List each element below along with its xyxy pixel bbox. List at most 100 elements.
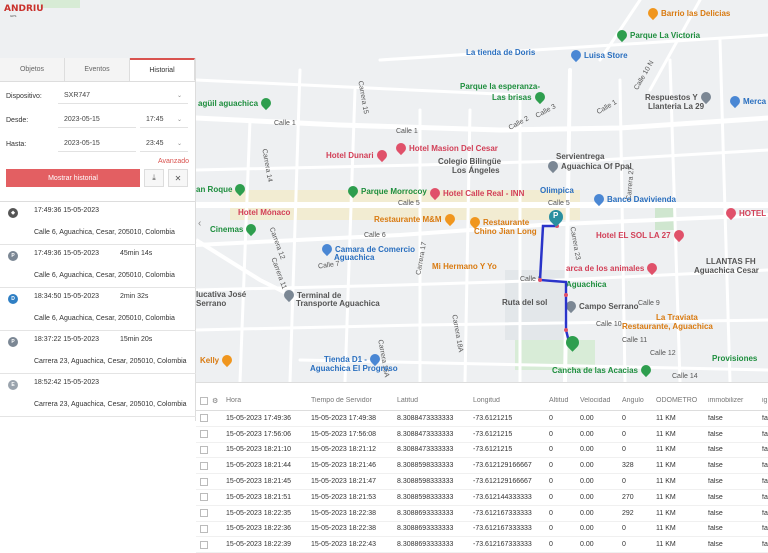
advanced-link[interactable]: Avanzado bbox=[0, 156, 195, 168]
table-row[interactable]: 15-05-2023 18:21:10 15-05-2023 18:21:12 8.… bbox=[196, 443, 768, 459]
table-cell: 11 KM bbox=[656, 509, 676, 517]
col-latitud[interactable]: Latitud bbox=[397, 397, 473, 404]
table-cell: 15-05-2023 18:21:12 bbox=[311, 446, 376, 454]
to-date-field[interactable]: 2023-05-15 bbox=[58, 136, 136, 152]
settings-icon[interactable]: ⚙ bbox=[212, 397, 226, 405]
table-cell: false bbox=[708, 430, 723, 438]
col-immobilizer[interactable]: immobilizer bbox=[708, 397, 762, 404]
history-item[interactable]: P 18:37:22 15-05-2023 15min 20s Carrera … bbox=[0, 331, 196, 374]
tab-eventos[interactable]: Eventos bbox=[65, 58, 130, 81]
table-cell: 15-05-2023 18:21:44 bbox=[226, 462, 291, 470]
table-cell: -73.6121215 bbox=[473, 414, 513, 422]
table-cell: 11 KM bbox=[656, 525, 676, 533]
col-ig[interactable]: ig bbox=[762, 397, 768, 404]
table-body: 15-05-2023 17:49:36 15-05-2023 17:49:38 8.… bbox=[196, 411, 768, 553]
table-cell: 0 bbox=[622, 446, 626, 454]
col-odometro[interactable]: ODOMETRO bbox=[656, 397, 708, 404]
table-cell: 8.3088693333333 bbox=[397, 541, 454, 549]
table-cell: 0 bbox=[549, 462, 553, 470]
table-cell: 11 KM bbox=[656, 478, 676, 486]
table-cell: 8.3088598333333 bbox=[397, 478, 454, 486]
table-cell: 0.00 bbox=[580, 478, 594, 486]
table-cell: -73.612129166667 bbox=[473, 462, 532, 470]
from-date-field[interactable]: 2023-05-15 bbox=[58, 112, 136, 128]
row-checkbox[interactable] bbox=[200, 414, 208, 423]
table-cell: 11 KM bbox=[656, 541, 676, 549]
table-cell: fal bbox=[762, 478, 768, 486]
row-checkbox[interactable] bbox=[200, 461, 208, 470]
from-time-value: 17:45 bbox=[146, 116, 164, 123]
panel-tabs: Objetos Eventos Historial bbox=[0, 58, 195, 82]
col-tiempo-servidor[interactable]: Tiempo de Servidor bbox=[311, 397, 397, 404]
table-cell: 8.3088598333333 bbox=[397, 493, 454, 501]
table-cell: 15-05-2023 18:22:43 bbox=[311, 541, 376, 549]
history-item[interactable]: P 17:49:36 15-05-2023 45min 14s Calle 6,… bbox=[0, 245, 196, 288]
row-checkbox[interactable] bbox=[200, 430, 208, 439]
table-row[interactable]: 15-05-2023 18:21:51 15-05-2023 18:21:53 8.… bbox=[196, 490, 768, 506]
col-longitud[interactable]: Longitud bbox=[473, 397, 549, 404]
parking-icon: P bbox=[8, 251, 18, 261]
table-cell: -73.612144333333 bbox=[473, 493, 532, 501]
table-cell: 15-05-2023 17:49:38 bbox=[311, 414, 376, 422]
history-address: Carrera 23, Aguachica, Cesar, 205010, Co… bbox=[34, 401, 187, 408]
table-cell: fal bbox=[762, 462, 768, 470]
close-icon: ✕ bbox=[174, 173, 182, 183]
table-cell: false bbox=[708, 525, 723, 533]
select-all-checkbox[interactable] bbox=[200, 396, 208, 405]
tab-objetos[interactable]: Objetos bbox=[0, 58, 65, 81]
history-item[interactable]: D 18:34:50 15-05-2023 2min 32s Calle 6, … bbox=[0, 288, 196, 331]
export-button[interactable]: ⤓ bbox=[144, 169, 164, 187]
table-cell: 8.3088473333333 bbox=[397, 430, 454, 438]
to-time-select[interactable]: 23:45 ⌄ bbox=[140, 136, 188, 152]
device-value: SXR747 bbox=[64, 92, 91, 99]
table-cell: 0.00 bbox=[580, 414, 594, 422]
table-cell: -73.612167333333 bbox=[473, 525, 532, 533]
table-cell: 15-05-2023 18:21:51 bbox=[226, 493, 291, 501]
from-time-select[interactable]: 17:45 ⌄ bbox=[140, 112, 188, 128]
table-cell: 0 bbox=[549, 446, 553, 454]
table-cell: fal bbox=[762, 430, 768, 438]
to-row: Hasta: 2023-05-15 23:45 ⌄ bbox=[0, 132, 195, 156]
table-cell: 0.00 bbox=[580, 446, 594, 454]
history-time: 18:52:42 15-05-2023 bbox=[34, 379, 99, 386]
history-item[interactable]: ◆ 17:49:36 15-05-2023 Calle 6, Aguachica… bbox=[0, 202, 196, 245]
col-hora[interactable]: Hora bbox=[226, 397, 311, 404]
table-row[interactable]: 15-05-2023 18:22:36 15-05-2023 18:22:38 8.… bbox=[196, 522, 768, 538]
history-duration: 15min 20s bbox=[120, 336, 153, 343]
row-checkbox[interactable] bbox=[200, 493, 208, 502]
table-cell: 0 bbox=[549, 478, 553, 486]
table-cell: 15-05-2023 18:21:46 bbox=[311, 462, 376, 470]
tab-historial[interactable]: Historial bbox=[130, 58, 195, 81]
table-row[interactable]: 15-05-2023 18:21:45 15-05-2023 18:21:47 8.… bbox=[196, 474, 768, 490]
table-cell: 15-05-2023 18:22:38 bbox=[311, 509, 376, 517]
table-cell: false bbox=[708, 541, 723, 549]
table-row[interactable]: 15-05-2023 18:21:44 15-05-2023 18:21:46 8.… bbox=[196, 458, 768, 475]
device-select[interactable]: SXR747 ⌄ bbox=[58, 88, 188, 104]
show-history-button[interactable]: Mostrar historial bbox=[6, 169, 140, 187]
route-line bbox=[538, 224, 572, 347]
table-cell: -73.612167333333 bbox=[473, 541, 532, 549]
row-checkbox[interactable] bbox=[200, 477, 208, 486]
col-velocidad[interactable]: Velocidad bbox=[580, 397, 622, 404]
map-scroll-left-icon[interactable]: ‹ bbox=[198, 218, 201, 229]
history-item[interactable]: E 18:52:42 15-05-2023 Carrera 23, Aguach… bbox=[0, 374, 196, 417]
table-row[interactable]: 15-05-2023 18:22:35 15-05-2023 18:22:38 8.… bbox=[196, 506, 768, 522]
col-angulo[interactable]: Ángulo bbox=[622, 397, 656, 404]
table-row[interactable]: 15-05-2023 17:56:06 15-05-2023 17:56:08 8.… bbox=[196, 427, 768, 443]
table-row[interactable]: 15-05-2023 17:49:36 15-05-2023 17:49:38 8.… bbox=[196, 411, 768, 427]
table-cell: false bbox=[708, 414, 723, 422]
row-checkbox[interactable] bbox=[200, 524, 208, 533]
device-label: Dispositivo: bbox=[6, 92, 42, 100]
table-cell: 0 bbox=[622, 541, 626, 549]
clear-button[interactable]: ✕ bbox=[168, 169, 188, 187]
history-address: Calle 6, Aguachica, Cesar, 205010, Colom… bbox=[34, 315, 175, 322]
table-cell: 15-05-2023 18:21:45 bbox=[226, 478, 291, 486]
table-cell: 15-05-2023 17:56:08 bbox=[311, 430, 376, 438]
row-checkbox[interactable] bbox=[200, 509, 208, 518]
col-altitud[interactable]: Altitud bbox=[549, 397, 580, 404]
table-cell: 15-05-2023 18:21:47 bbox=[311, 478, 376, 486]
row-checkbox[interactable] bbox=[200, 445, 208, 454]
row-checkbox[interactable] bbox=[200, 540, 208, 549]
table-cell: 11 KM bbox=[656, 414, 676, 422]
table-row[interactable]: 15-05-2023 18:22:39 15-05-2023 18:22:43 8.… bbox=[196, 537, 768, 553]
